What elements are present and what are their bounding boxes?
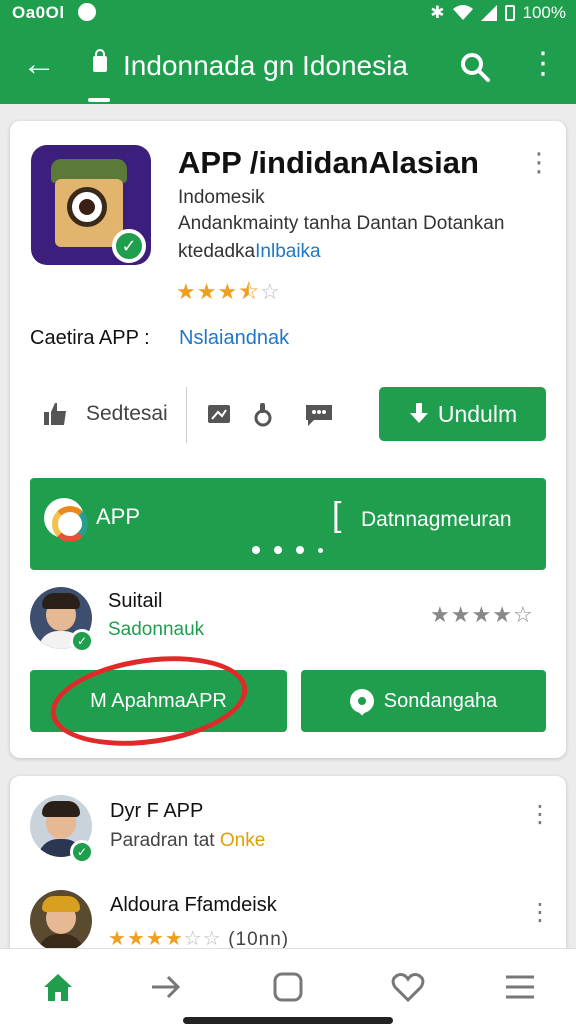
- app-rating-stars: ★★★⯪☆: [176, 275, 281, 313]
- star-icon: ★: [196, 279, 218, 304]
- gesture-bar[interactable]: [183, 1017, 393, 1024]
- verified-check-icon: ✓: [112, 229, 146, 263]
- review-count: (10nn): [228, 929, 290, 950]
- secondary-action-button[interactable]: Sondangaha: [301, 670, 546, 732]
- arrow-right-icon[interactable]: [148, 969, 184, 1005]
- star-icon: ★: [164, 928, 184, 950]
- reviewer-name: Suitail: [108, 590, 163, 612]
- star-icon: ★: [108, 928, 127, 950]
- star-icon: ★: [176, 279, 197, 304]
- star-icon: ★: [217, 279, 239, 304]
- flag-icon[interactable]: [208, 405, 232, 425]
- search-icon[interactable]: [458, 50, 492, 84]
- promo-banner[interactable]: APP [ Datnnagmeuran: [30, 478, 546, 570]
- lock-icon: [93, 49, 107, 72]
- star-empty-icon: ☆: [260, 279, 281, 304]
- home-icon[interactable]: [40, 969, 76, 1005]
- battery-icon: [504, 5, 515, 21]
- star-icon: ★: [430, 602, 451, 627]
- star-half-icon: ⯪: [238, 279, 261, 304]
- overflow-menu-icon[interactable]: ⋮: [528, 46, 558, 82]
- developer-name[interactable]: Indomesik: [178, 187, 265, 209]
- star-empty-icon: ☆: [183, 928, 203, 950]
- action-row: Sedtesai Undulm: [30, 387, 546, 443]
- carousel-dot[interactable]: [296, 546, 304, 554]
- divider: [186, 387, 187, 443]
- heart-icon[interactable]: [390, 969, 426, 1005]
- avatar[interactable]: [30, 890, 92, 952]
- wifi-icon: [452, 5, 473, 20]
- back-arrow-icon[interactable]: ←: [22, 44, 56, 84]
- category-label: Caetira APP :: [30, 327, 150, 349]
- carousel-dot[interactable]: [252, 546, 260, 554]
- thumbs-up-icon[interactable]: [44, 403, 66, 425]
- notification-icon: [78, 3, 96, 21]
- carousel-dot[interactable]: [318, 548, 323, 553]
- signal-icon: [480, 5, 497, 21]
- app-bar: ← Indonnada gn Idonesia ⋮: [0, 26, 576, 104]
- card-more-icon[interactable]: ⋮: [526, 147, 552, 177]
- primary-action-button[interactable]: M ApahmaAPR: [30, 670, 287, 732]
- menu-icon[interactable]: [502, 969, 538, 1005]
- review-more-icon[interactable]: ⋮: [528, 898, 552, 927]
- install-button[interactable]: Undulm: [379, 387, 546, 441]
- carousel-dots: [252, 546, 323, 554]
- verified-check-icon: ✓: [70, 840, 94, 864]
- reviewer-rating-stars: ★★★★☆: [430, 602, 534, 628]
- app-detail-card: ✓ APP /indidanAlasian ⋮ Indomesik Andank…: [10, 121, 566, 758]
- reviewer-name: Aldoura Ffamdeisk: [110, 894, 277, 916]
- app-title: APP /indidanAlasian: [178, 145, 479, 180]
- location-pin-icon: [349, 689, 374, 713]
- bracket-icon: [: [332, 496, 342, 534]
- category-value[interactable]: Nslaiandnak: [179, 327, 289, 350]
- banner-cta[interactable]: Datnnagmeuran: [361, 508, 512, 532]
- app-description-2: ktedadkaInlbaika: [178, 241, 321, 262]
- bluetooth-icon: ✱: [430, 3, 445, 22]
- reviewer-name: Dyr F APP: [110, 800, 204, 822]
- status-bar: Oa0Ol ✱ 100%: [0, 0, 576, 26]
- bottom-navigation: [0, 948, 576, 1024]
- download-icon: [409, 403, 428, 423]
- star-icon: ★: [145, 928, 165, 950]
- reviews-card: ✓ Dyr F APP Paradran tat Onke ⋮ Aldoura …: [10, 776, 566, 976]
- star-icon: ★: [471, 602, 493, 627]
- reviewer-subtitle: Sadonnauk: [108, 619, 205, 640]
- tab-indicator: [88, 98, 110, 102]
- verified-check-icon: ✓: [70, 629, 94, 653]
- chat-icon[interactable]: [304, 403, 334, 427]
- star-empty-icon: ☆: [202, 928, 222, 950]
- star-icon: ★: [450, 602, 472, 627]
- status-time: Oa0Ol: [12, 3, 65, 22]
- review-more-icon[interactable]: ⋮: [528, 800, 552, 829]
- app-description: Andankmainty tanha Dantan Dotankan: [178, 213, 505, 234]
- banner-app-label: APP: [96, 504, 141, 529]
- star-empty-icon: ☆: [512, 602, 534, 627]
- app-logo-icon: [44, 498, 88, 542]
- app-bar-title: Indonnada gn Idonesia: [123, 50, 408, 81]
- star-icon: ★: [492, 602, 513, 627]
- description-link[interactable]: Inlbaika: [255, 241, 321, 262]
- battery-level: 100%: [522, 3, 566, 22]
- reviewer-subtitle: Paradran tat Onke: [110, 830, 266, 851]
- square-icon[interactable]: [270, 969, 306, 1005]
- star-icon: ★: [126, 928, 146, 950]
- carousel-dot[interactable]: [274, 546, 282, 554]
- share-label[interactable]: Sedtesai: [86, 402, 168, 426]
- hand-icon[interactable]: [252, 403, 274, 427]
